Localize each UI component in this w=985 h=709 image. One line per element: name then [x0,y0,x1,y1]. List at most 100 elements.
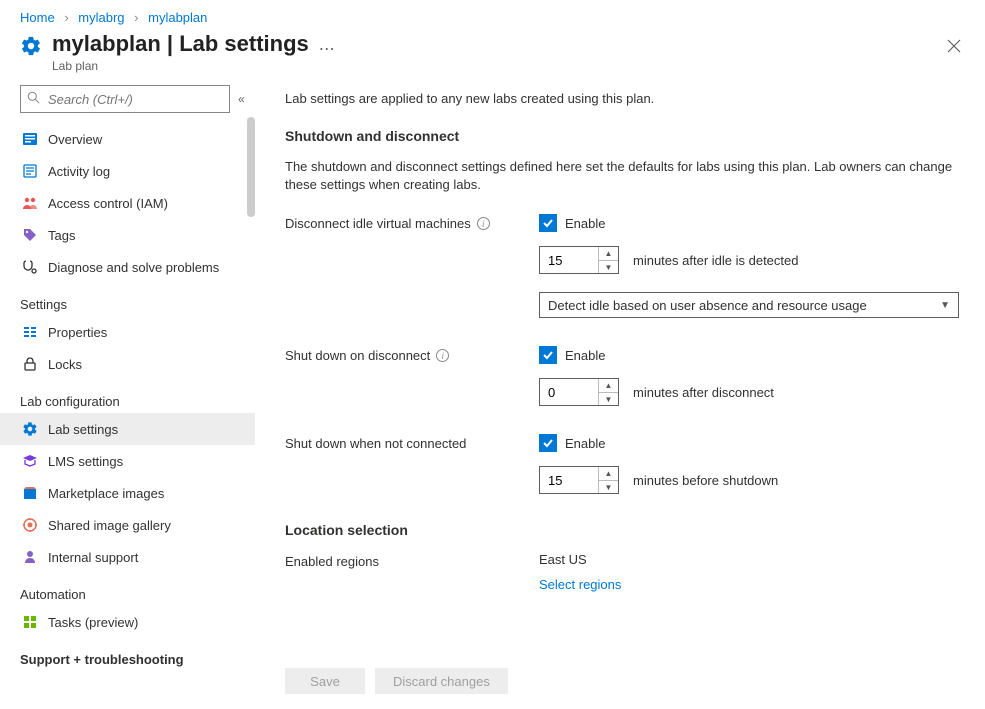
enable-label: Enable [565,216,605,231]
sidebar-item-label: Overview [48,132,102,147]
idle-minutes-spinner[interactable]: ▲ ▼ [539,246,619,274]
setting-shutdown-not-connected: Shut down when not connected Enable ▲ [285,434,959,512]
sidebar-item-label: Shared image gallery [48,518,171,533]
spinner-down-button[interactable]: ▼ [599,393,618,406]
sidebar-item-label: Diagnose and solve problems [48,260,219,275]
enable-label: Enable [565,348,605,363]
info-icon[interactable]: i [436,349,449,362]
disconnect-minutes-spinner[interactable]: ▲ ▼ [539,378,619,406]
setting-shutdown-disconnect: Shut down on disconnect i Enable [285,346,959,424]
iam-icon [22,195,38,211]
collapse-sidebar-button[interactable]: « [238,92,245,106]
page-title: mylabplan | Lab settings [52,31,309,57]
sidebar-item-locks[interactable]: Locks [0,348,255,380]
sidebar-item-shared-gallery[interactable]: Shared image gallery [0,509,255,541]
enable-shutdown-disconnect-checkbox[interactable] [539,346,557,364]
suffix-label: minutes after disconnect [633,385,774,400]
sidebar-item-lab-settings[interactable]: Lab settings [0,413,255,445]
sidebar-item-properties[interactable]: Properties [0,316,255,348]
close-button[interactable] [943,35,965,62]
enable-label: Enable [565,436,605,451]
sidebar-item-label: Internal support [48,550,138,565]
save-button[interactable]: Save [285,668,365,694]
idle-detection-select[interactable]: Detect idle based on user absence and re… [539,292,959,318]
not-connected-minutes-spinner[interactable]: ▲ ▼ [539,466,619,494]
support-icon [22,549,38,565]
sidebar-item-tasks[interactable]: Tasks (preview) [0,606,255,638]
chevron-down-icon: ▼ [940,300,950,311]
marketplace-icon [22,485,38,501]
properties-icon [22,324,38,340]
sidebar-item-label: Locks [48,357,82,372]
spinner-down-button[interactable]: ▼ [599,261,618,274]
sidebar-item-internal-support[interactable]: Internal support [0,541,255,573]
info-icon[interactable]: i [477,217,490,230]
sidebar-item-activity-log[interactable]: Activity log [0,155,255,187]
search-field[interactable] [46,91,228,108]
section-location-title: Location selection [285,522,959,538]
search-icon [27,91,40,107]
enabled-regions-value: East US [539,552,959,567]
sidebar-item-iam[interactable]: Access control (IAM) [0,187,255,219]
sidebar-item-marketplace[interactable]: Marketplace images [0,477,255,509]
sidebar-item-label: Access control (IAM) [48,196,168,211]
sidebar-item-tags[interactable]: Tags [0,219,255,251]
gallery-icon [22,517,38,533]
breadcrumb: Home › mylabrg › mylabplan [0,0,985,31]
sidebar-item-label: Marketplace images [48,486,164,501]
lms-icon [22,453,38,469]
select-value: Detect idle based on user absence and re… [548,298,867,313]
select-regions-link[interactable]: Select regions [539,577,621,592]
footer-buttons: Save Discard changes [285,658,959,694]
page-subtitle: Lab plan [52,59,309,73]
scrollbar[interactable] [247,117,255,217]
sidebar-heading-automation: Automation [20,587,255,602]
setting-disconnect-idle: Disconnect idle virtual machines i Enabl… [285,214,959,336]
suffix-label: minutes after idle is detected [633,253,798,268]
sidebar-item-label: LMS settings [48,454,123,469]
sidebar-heading-settings: Settings [20,297,255,312]
setting-label: Shut down on disconnect [285,348,430,363]
spinner-up-button[interactable]: ▲ [599,247,618,261]
enable-disconnect-idle-checkbox[interactable] [539,214,557,232]
gear-icon [20,35,42,57]
sidebar-item-diagnose[interactable]: Diagnose and solve problems [0,251,255,283]
suffix-label: minutes before shutdown [633,473,778,488]
chevron-right-icon: › [64,10,68,25]
page-header: mylabplan | Lab settings Lab plan ⋯ [0,31,985,85]
disconnect-minutes-input[interactable] [540,379,598,405]
breadcrumb-rg[interactable]: mylabrg [78,10,124,25]
sidebar-item-label: Properties [48,325,107,340]
sidebar-item-label: Tasks (preview) [48,615,138,630]
spinner-up-button[interactable]: ▲ [599,467,618,481]
section-shutdown-desc: The shutdown and disconnect settings def… [285,158,959,194]
setting-enabled-regions: Enabled regions East US Select regions [285,552,959,592]
breadcrumb-home[interactable]: Home [20,10,55,25]
enable-shutdown-not-connected-checkbox[interactable] [539,434,557,452]
diagnose-icon [22,259,38,275]
spinner-up-button[interactable]: ▲ [599,379,618,393]
discard-button[interactable]: Discard changes [375,668,508,694]
setting-label: Enabled regions [285,554,379,569]
search-input[interactable] [20,85,230,113]
gear-icon [22,421,38,437]
sidebar-item-label: Activity log [48,164,110,179]
spinner-down-button[interactable]: ▼ [599,481,618,494]
breadcrumb-resource[interactable]: mylabplan [148,10,207,25]
chevron-right-icon: › [134,10,138,25]
setting-label: Shut down when not connected [285,436,466,451]
intro-text: Lab settings are applied to any new labs… [285,91,959,106]
more-icon[interactable]: ⋯ [319,39,336,59]
idle-minutes-input[interactable] [540,247,598,273]
sidebar-heading-support: Support + troubleshooting [20,652,255,667]
sidebar-item-label: Lab settings [48,422,118,437]
section-shutdown-title: Shutdown and disconnect [285,128,959,144]
overview-icon [22,131,38,147]
lock-icon [22,356,38,372]
not-connected-minutes-input[interactable] [540,467,598,493]
sidebar: « Overview Activity log Access control (… [0,85,255,704]
sidebar-heading-labconfig: Lab configuration [20,394,255,409]
sidebar-item-lms-settings[interactable]: LMS settings [0,445,255,477]
sidebar-item-overview[interactable]: Overview [0,123,255,155]
sidebar-item-label: Tags [48,228,75,243]
